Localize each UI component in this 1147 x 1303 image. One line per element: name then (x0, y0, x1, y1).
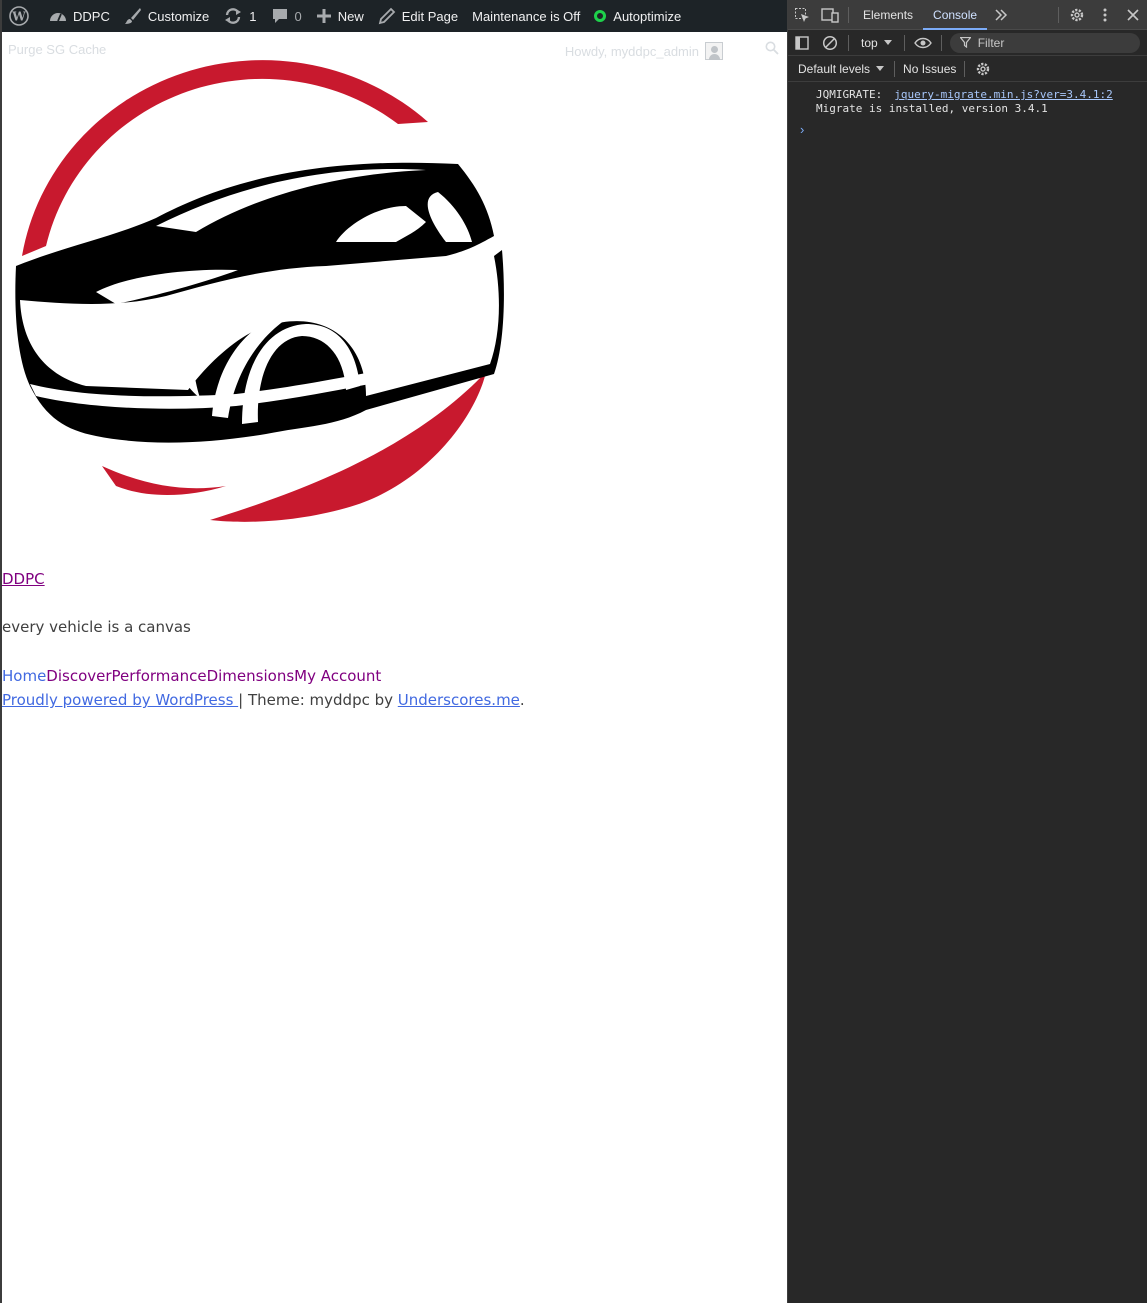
devtools-tab-bar: Elements Console (788, 0, 1147, 30)
footer-period: . (519, 691, 525, 709)
divider (848, 34, 849, 51)
device-toolbar-icon[interactable] (816, 0, 844, 30)
console-prompt[interactable]: › (788, 122, 1147, 137)
site-title-link[interactable]: DDPC (2, 568, 787, 590)
clear-console-icon[interactable] (816, 28, 844, 58)
edit-page-label: Edit Page (401, 8, 459, 24)
theme-credit-text: | Theme: myddpc by (238, 691, 398, 709)
wp-admin-bar: W DDPC Customize 1 0 New Edit Page Maint… (2, 0, 787, 32)
maintenance-label: Maintenance is Off (472, 8, 581, 24)
divider (964, 60, 966, 77)
nav-item-discover[interactable]: Discover (46, 664, 111, 688)
account-menu[interactable]: Howdy, myddpc_admin (565, 42, 723, 60)
sidebar-toggle-icon[interactable] (788, 28, 816, 58)
autoptimize-label: Autoptimize (613, 8, 682, 24)
howdy-label: Howdy, myddpc_admin (564, 43, 699, 59)
updates-count: 1 (249, 8, 257, 24)
comments-link[interactable]: 0 (264, 0, 309, 32)
nav-item-performance[interactable]: Performance (112, 664, 207, 688)
divider (940, 34, 942, 51)
primary-navigation: Home Discover Performance Dimensions My … (2, 664, 787, 688)
console-settings-gear-icon[interactable] (969, 54, 997, 84)
edit-page-link[interactable]: Edit Page (371, 0, 465, 32)
browser-viewport: W DDPC Customize 1 0 New Edit Page Maint… (0, 0, 787, 1303)
customize-label: Customize (147, 8, 210, 24)
wordpress-icon: W (9, 6, 29, 26)
dashboard-icon (50, 13, 66, 22)
more-tabs-icon[interactable] (987, 0, 1015, 30)
filter-input[interactable]: Filter (949, 32, 1140, 53)
new-label: New (337, 8, 364, 24)
dropdown-arrow-icon (883, 39, 892, 45)
log-levels-label: Default levels (798, 61, 871, 76)
settings-gear-icon[interactable] (1063, 0, 1091, 30)
divider (1058, 6, 1059, 23)
tab-console[interactable]: Console (923, 0, 988, 30)
divider (903, 34, 905, 51)
svg-text:W: W (11, 10, 26, 24)
nav-item-dimensions[interactable]: Dimensions (207, 664, 295, 688)
kebab-menu-icon[interactable] (1091, 0, 1119, 30)
console-message: JQMIGRATE: jquery-migrate.min.js?ver=3.4.… (816, 88, 1147, 102)
wordpress-credit-link[interactable]: Proudly powered by WordPress (2, 691, 238, 709)
pencil-icon (378, 7, 396, 25)
site-logo[interactable] (6, 46, 506, 526)
maintenance-status[interactable]: Maintenance is Off (465, 0, 587, 32)
site-name-menu[interactable]: DDPC (42, 0, 117, 32)
autoptimize-menu[interactable]: Autoptimize (587, 0, 688, 32)
updates-link[interactable]: 1 (216, 0, 263, 32)
filter-placeholder: Filter (977, 35, 1005, 50)
site-content: DDPC every vehicle is a canvas Home Disc… (2, 568, 787, 712)
message-text: Migrate is installed, version 3.4.1 (816, 102, 1048, 115)
status-dot-icon (594, 10, 607, 22)
new-content-menu[interactable]: New (309, 0, 371, 32)
site-name: DDPC (73, 8, 110, 24)
wp-logo-menu[interactable]: W (2, 0, 42, 32)
message-source-link[interactable]: jquery-migrate.min.js?ver=3.4.1:2 (894, 88, 1113, 101)
comment-icon (272, 9, 287, 23)
log-levels-dropdown[interactable]: Default levels (798, 61, 885, 76)
brush-icon (124, 8, 141, 24)
message-prefix: JQMIGRATE: (816, 88, 883, 101)
console-messages: JQMIGRATE: jquery-migrate.min.js?ver=3.4.… (788, 82, 1147, 116)
avatar (705, 42, 723, 60)
tab-elements[interactable]: Elements (853, 0, 923, 30)
comments-count: 0 (294, 8, 302, 24)
plus-icon (316, 9, 331, 23)
close-icon[interactable] (1119, 0, 1147, 30)
nav-item-home[interactable]: Home (2, 664, 46, 688)
console-levels-bar: Default levels No Issues (788, 56, 1147, 82)
context-value: top (861, 35, 878, 50)
issues-counter[interactable]: No Issues (899, 62, 960, 76)
underscores-link[interactable]: Underscores.me (398, 691, 520, 709)
customize-link[interactable]: Customize (117, 0, 216, 32)
context-selector[interactable]: top (853, 36, 900, 50)
devtools-panel: Elements Console top Filter Default leve… (787, 0, 1147, 1303)
console-toolbar: top Filter (788, 30, 1147, 56)
site-tagline: every vehicle is a canvas (2, 618, 191, 636)
updates-icon (225, 8, 242, 24)
nav-item-my-account[interactable]: My Account (294, 664, 381, 688)
divider (894, 60, 896, 77)
divider (848, 6, 849, 23)
filter-icon (959, 37, 971, 48)
dropdown-arrow-icon (876, 65, 885, 71)
inspect-element-icon[interactable] (788, 0, 816, 30)
search-icon[interactable] (765, 41, 779, 55)
site-footer: Proudly powered by WordPress | Theme: my… (2, 688, 787, 712)
live-expression-eye-icon[interactable] (909, 28, 937, 58)
